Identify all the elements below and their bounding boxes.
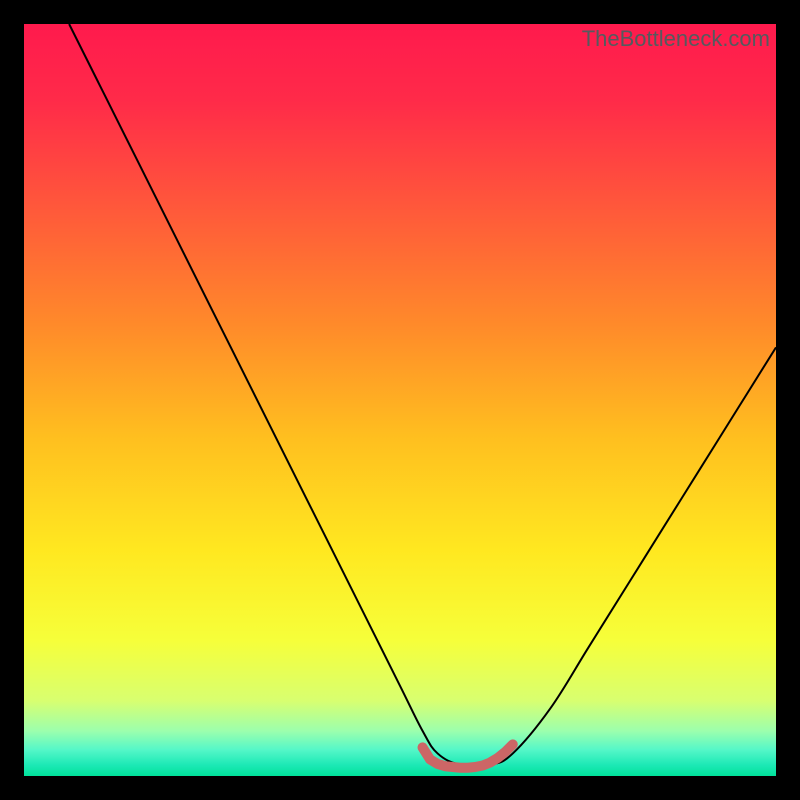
chart-frame: TheBottleneck.com bbox=[0, 0, 800, 800]
bottleneck-chart bbox=[24, 24, 776, 776]
watermark-text: TheBottleneck.com bbox=[582, 26, 770, 52]
gradient-background bbox=[24, 24, 776, 776]
plot-area: TheBottleneck.com bbox=[24, 24, 776, 776]
